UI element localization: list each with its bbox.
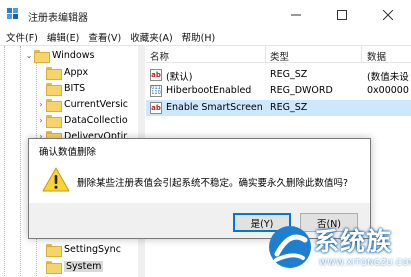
tree-item-system[interactable]: System xyxy=(36,258,104,274)
menu-help[interactable]: 帮助(H) xyxy=(182,30,216,44)
value-name: HiberbootEnabled xyxy=(166,85,252,96)
column-divider[interactable] xyxy=(361,46,362,63)
tree-item-windows[interactable]: ⌄ Windows xyxy=(24,47,94,63)
tree-item-label: System xyxy=(64,260,104,272)
tree-item-label: SettingSync xyxy=(64,243,121,255)
column-header-name[interactable]: 名称 xyxy=(150,49,169,63)
value-type: REG_SZ xyxy=(270,102,308,113)
tree-item-label: CurrentVersic xyxy=(64,98,129,110)
column-divider[interactable] xyxy=(265,46,266,63)
binary-value-icon: 011 110 xyxy=(150,85,162,97)
menu-bar: 文件(F) 编辑(E) 查看(V) 收藏夹(A) 帮助(H) xyxy=(0,29,411,45)
column-header-type[interactable]: 类型 xyxy=(270,49,289,63)
menu-edit[interactable]: 编辑(E) xyxy=(47,30,79,44)
tree-item-label: Appx xyxy=(64,66,89,78)
folder-icon xyxy=(46,243,62,257)
tree-item-label: DataCollectio xyxy=(64,114,128,126)
dialog-body: 删除某些注册表值会引起系统不稳定。确实要永久删除此数值吗? xyxy=(29,159,370,203)
tree-item-label: BITS xyxy=(64,82,86,94)
list-row[interactable]: 011 110 HiberbootEnabled REG_DWORD 0x0000… xyxy=(146,83,411,99)
watermark: 系统族 WWW.XITONGZU.COM xyxy=(262,220,411,277)
collapse-arrow-icon[interactable]: ⌄ xyxy=(24,51,34,60)
value-name: Enable SmartScreen xyxy=(166,102,263,113)
tree-item-appx[interactable]: Appx xyxy=(36,64,88,80)
close-icon xyxy=(383,9,393,20)
folder-open-icon xyxy=(34,49,50,63)
tree-guide-line xyxy=(4,46,5,277)
tree-item-currentversion[interactable]: › CurrentVersic xyxy=(36,96,128,112)
minimize-button[interactable] xyxy=(273,0,319,29)
window-title: 注册表编辑器 xyxy=(28,13,88,24)
value-name: (默认) xyxy=(166,72,193,83)
expand-arrow-icon[interactable]: › xyxy=(36,116,46,125)
dialog-message: 删除某些注册表值会引起系统不稳定。确实要永久删除此数值吗? xyxy=(77,178,349,189)
folder-icon xyxy=(46,114,62,128)
expand-arrow-icon[interactable]: › xyxy=(36,100,46,109)
tree-item-datacollection[interactable]: › DataCollectio xyxy=(36,112,128,128)
tree-item-settingsync[interactable]: SettingSync xyxy=(36,241,121,257)
string-value-icon: ab xyxy=(150,102,162,114)
list-row[interactable]: ab (默认) REG_SZ (数值未设 xyxy=(146,67,411,83)
title-bar: 注册表编辑器 xyxy=(0,0,411,29)
maximize-icon xyxy=(337,9,347,20)
watermark-logo-icon xyxy=(269,226,311,268)
value-data: 0x00000 xyxy=(367,85,409,96)
menu-file[interactable]: 文件(F) xyxy=(6,30,38,44)
menu-favorites[interactable]: 收藏夹(A) xyxy=(130,30,172,44)
tree-item-label: Windows xyxy=(52,49,95,61)
tree-guide-line xyxy=(20,46,21,277)
menu-view[interactable]: 查看(V) xyxy=(88,30,121,44)
list-header: 名称 类型 数据 xyxy=(146,46,411,63)
registry-editor-icon xyxy=(7,8,18,19)
folder-icon xyxy=(46,82,62,96)
value-type: REG_DWORD xyxy=(270,85,333,96)
value-type: REG_SZ xyxy=(270,69,308,80)
dialog-title: 确认数值删除 xyxy=(29,139,370,159)
watermark-text: 系统族 xyxy=(314,227,393,256)
value-data: (数值未设 xyxy=(367,72,409,83)
tree-item-bits[interactable]: BITS xyxy=(36,80,85,96)
watermark-url: WWW.XITONGZU.COM xyxy=(319,258,411,267)
maximize-button[interactable] xyxy=(319,0,365,29)
close-button[interactable] xyxy=(365,0,411,29)
column-header-data[interactable]: 数据 xyxy=(367,49,386,63)
minimize-icon xyxy=(291,14,301,15)
folder-icon xyxy=(46,260,62,274)
warning-icon xyxy=(42,167,70,192)
folder-icon xyxy=(46,98,62,112)
folder-icon xyxy=(46,66,62,80)
string-value-icon: ab xyxy=(150,69,162,81)
list-row-selected[interactable]: ab Enable SmartScreen REG_SZ xyxy=(146,100,411,116)
